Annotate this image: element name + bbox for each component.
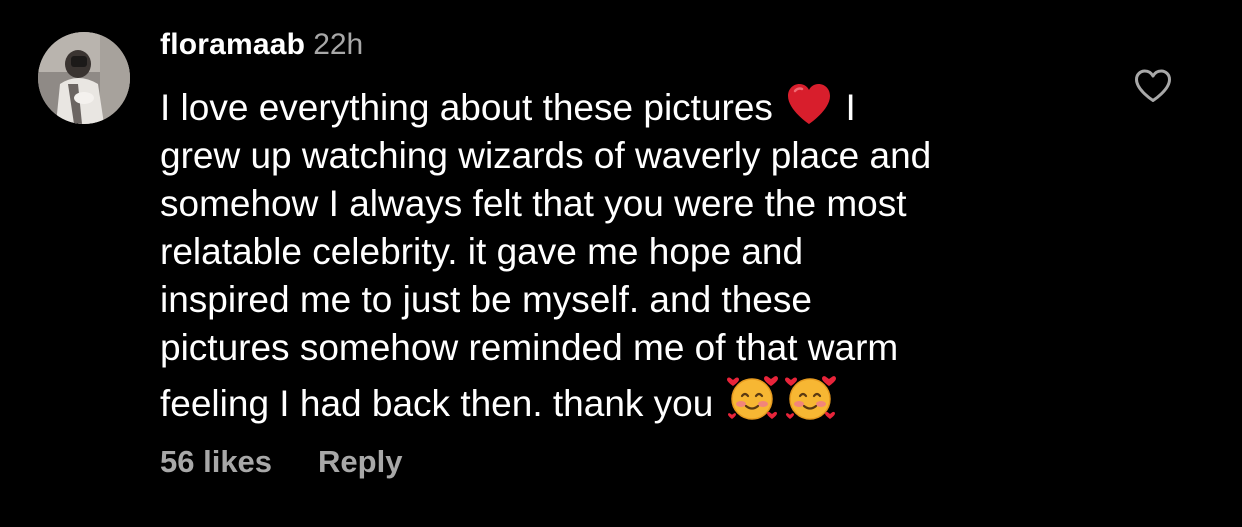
comment-item: floramaab 22h I love everything about the… [0,0,1242,527]
avatar[interactable] [38,32,130,124]
username[interactable]: floramaab [160,28,305,61]
comment-author-line: floramaab 22h [160,28,363,68]
comment-footer: 56 likes Reply [160,444,402,484]
comment-text-segment: I love everything about these pictures [160,87,784,128]
comment-text-line: grew up watching wizards of waverly plac… [160,135,932,176]
comment-text-line: inspired me to just be myself. and these [160,279,812,320]
reply-button[interactable]: Reply [318,444,402,479]
comment-text-line: somehow I always felt that you were the … [160,183,907,224]
comment-text-line: relatable celebrity. it gave me hope and [160,231,804,272]
red-heart-icon [785,82,833,126]
likes-count[interactable]: 56 likes [160,444,272,479]
comment-text-line: I love everything about these pictures I [160,82,1100,132]
comment-text-line: feeling I had back then. thank you [160,372,1100,428]
timestamp: 22h [313,28,364,61]
smiling-face-with-hearts-icon [784,372,838,422]
comment-text: I love everything about these pictures I… [160,82,1100,428]
smiling-face-with-hearts-icon [726,372,780,422]
comment-text-segment: I [835,87,856,128]
comment-text-line: pictures somehow reminded me of that war… [160,327,899,368]
heart-outline-icon[interactable] [1133,68,1173,104]
comment-text-segment: feeling I had back then. thank you [160,383,724,424]
